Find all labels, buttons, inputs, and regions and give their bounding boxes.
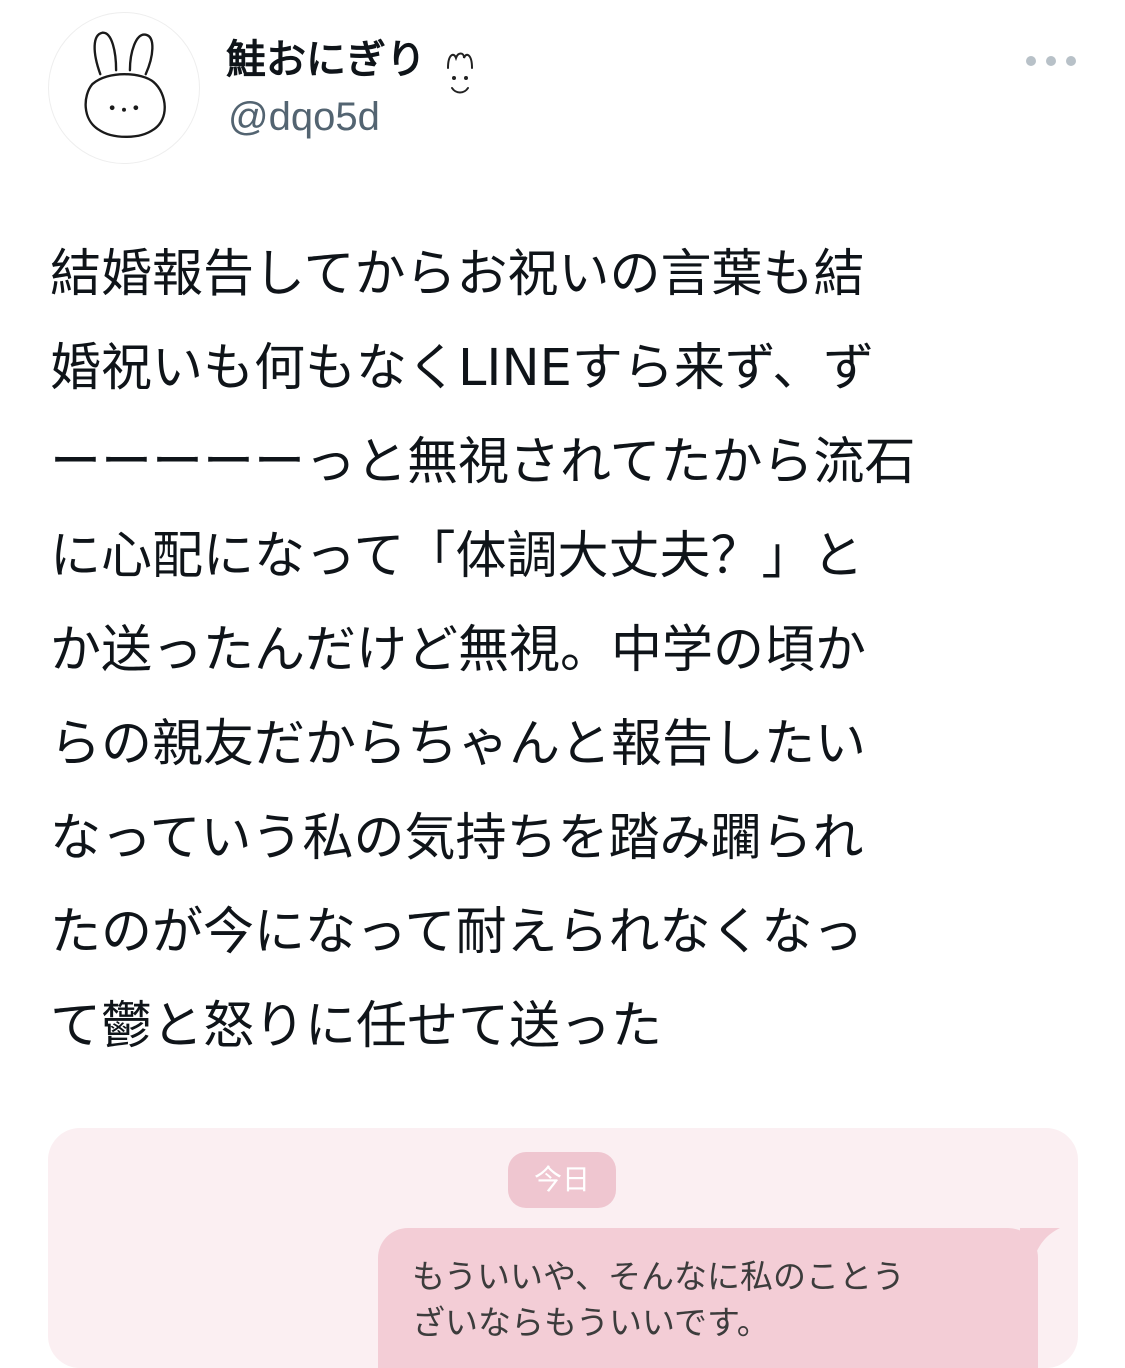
tweet-text: 結婚報告してからお祝いの言葉も結 婚祝いも何もなくLINEすら来ず、ず ーーーー… [50,245,916,1056]
bunny-icon [84,31,166,139]
tweet-media-image[interactable]: 今日 もういいや、そんなに私のことう ざいならもういいです。 [48,1128,1078,1368]
display-name[interactable]: 鮭おにぎり [226,34,426,86]
tweet-header: 鮭おにぎり @dqo5d [0,0,1125,180]
more-dots-icon[interactable] [1026,44,1076,78]
date-pill: 今日 [508,1152,616,1208]
bubble-tail [1020,1228,1060,1258]
chat-bubble: もういいや、そんなに私のことう ざいならもういいです。 [378,1228,1038,1368]
handle[interactable]: @dqo5d [228,92,380,142]
dot [1066,56,1076,66]
smiley-deco-icon [447,52,473,94]
avatar[interactable] [48,12,200,164]
dot [1026,56,1036,66]
dot [1046,56,1056,66]
